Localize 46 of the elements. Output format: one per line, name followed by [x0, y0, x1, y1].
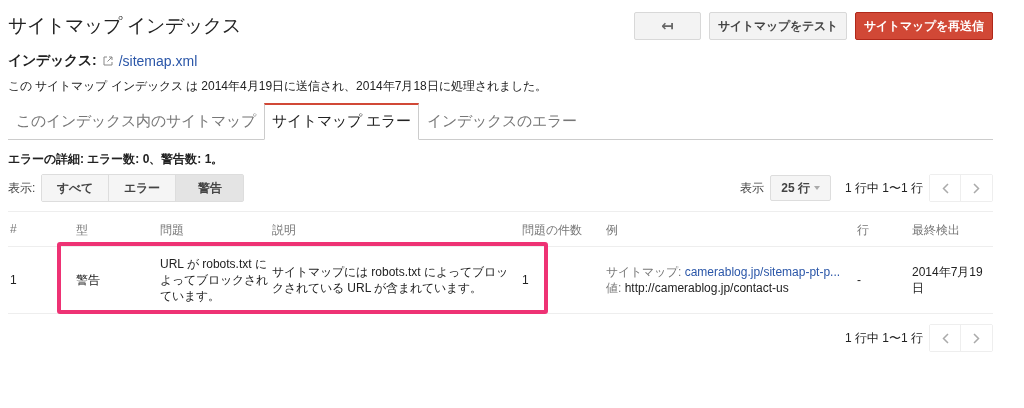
filter-option[interactable]: すべて — [42, 175, 110, 201]
pagination-range: 1 行中 1〜1 行 — [844, 329, 923, 347]
column-header: 最終検出 — [910, 212, 993, 247]
caret-icon — [813, 186, 820, 190]
chevron-right-icon — [973, 332, 980, 344]
example-sitemap-label: サイトマップ: — [606, 265, 682, 279]
back-button[interactable]: ↤ — [634, 12, 701, 40]
pagination-range: 1 行中 1〜1 行 — [844, 179, 923, 197]
filter-option[interactable]: 警告 — [176, 175, 244, 201]
column-header: 問題 — [158, 212, 270, 247]
sitemap-link[interactable]: /sitemap.xml — [118, 53, 198, 69]
column-header: 問題の件数 — [520, 212, 604, 247]
tab[interactable]: インデックスのエラー — [419, 103, 586, 140]
error-details: エラーの詳細: エラー数: 0、警告数: 1。 — [8, 151, 225, 168]
example-value: http://camerablog.jp/contact-us — [624, 281, 789, 295]
rows-per-page-label: 表示 — [740, 179, 765, 197]
table-cell: サイトマップには robots.txt によってブロックされている URL が含まれています。 — [270, 247, 520, 314]
resubmit-button[interactable]: サイトマップを再送信 — [855, 12, 993, 40]
filter-label: 表示: — [8, 179, 36, 197]
chevron-right-icon — [973, 182, 980, 194]
column-header: 行 — [855, 212, 910, 247]
previous-page-button[interactable] — [930, 325, 961, 351]
column-header: 型 — [74, 212, 158, 247]
column-header: # — [8, 212, 74, 247]
index-label: インデックス: — [8, 52, 97, 70]
rows-per-page-select[interactable]: 25 行 — [770, 175, 831, 201]
example-sitemap-link[interactable]: camerablog.jp/sitemap-pt-p... — [684, 265, 841, 279]
chevron-left-icon — [941, 332, 949, 344]
external-link-icon — [102, 56, 113, 66]
test-sitemap-button[interactable]: サイトマップをテスト — [709, 12, 847, 40]
table-cell: - — [855, 247, 910, 314]
previous-page-button[interactable] — [930, 175, 961, 201]
page-title: サイトマップ インデックス — [8, 14, 242, 38]
table-cell: 1 — [520, 247, 604, 314]
example-value-label: 値: — [606, 281, 622, 295]
filter-option[interactable]: エラー — [109, 175, 177, 201]
table-cell: 1 — [8, 247, 74, 314]
column-header: 説明 — [270, 212, 520, 247]
tab[interactable]: サイトマップ エラー — [264, 103, 420, 140]
chevron-left-icon — [941, 182, 949, 194]
table-cell: URL が robots.txt によってブロックされています。 — [158, 247, 270, 314]
submission-description: この サイトマップ インデックス は 2014年4月19日に送信され、2014年7月18日に処理されました。 — [8, 78, 548, 95]
table-cell: 2014年7月19日 — [910, 247, 993, 314]
column-header: 例 — [604, 212, 855, 247]
tab[interactable]: このインデックス内のサイトマップ — [8, 103, 264, 140]
table-cell: 警告 — [74, 247, 158, 314]
